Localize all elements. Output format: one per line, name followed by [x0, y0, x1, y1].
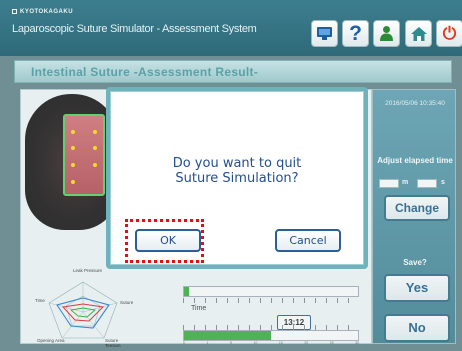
- monitor-icon: [317, 27, 332, 40]
- user-button[interactable]: [373, 20, 400, 47]
- title-bar: KYOTOKAGAKU Laparoscopic Suture Simulato…: [0, 0, 462, 56]
- home-icon: [410, 26, 427, 41]
- brand-logo-icon: [12, 9, 17, 14]
- monitor-button[interactable]: [311, 20, 338, 47]
- help-icon: ?: [349, 21, 362, 45]
- home-button[interactable]: [405, 20, 432, 47]
- screen-title: Intestinal Suture -Assessment Result-: [31, 65, 259, 79]
- ok-button-highlight: [125, 219, 204, 263]
- brand-name: KYOTOKAGAKU: [20, 9, 74, 15]
- power-button[interactable]: ⏻: [436, 20, 462, 47]
- person-icon: [380, 26, 393, 41]
- cancel-button[interactable]: Cancel: [275, 229, 341, 252]
- help-button[interactable]: ?: [342, 20, 369, 47]
- dialog-message-line-2: Suture Simulation?: [175, 171, 299, 186]
- app-title: Laparoscopic Suture Simulator - Assessme…: [12, 23, 257, 35]
- dialog-message-line-1: Do you want to quit: [172, 156, 302, 171]
- dialog-message: Do you want to quit Suture Simulation?: [110, 156, 364, 186]
- screen-title-bar: Intestinal Suture -Assessment Result-: [14, 60, 452, 83]
- power-icon: ⏻: [442, 23, 457, 43]
- brand: KYOTOKAGAKU: [12, 9, 73, 15]
